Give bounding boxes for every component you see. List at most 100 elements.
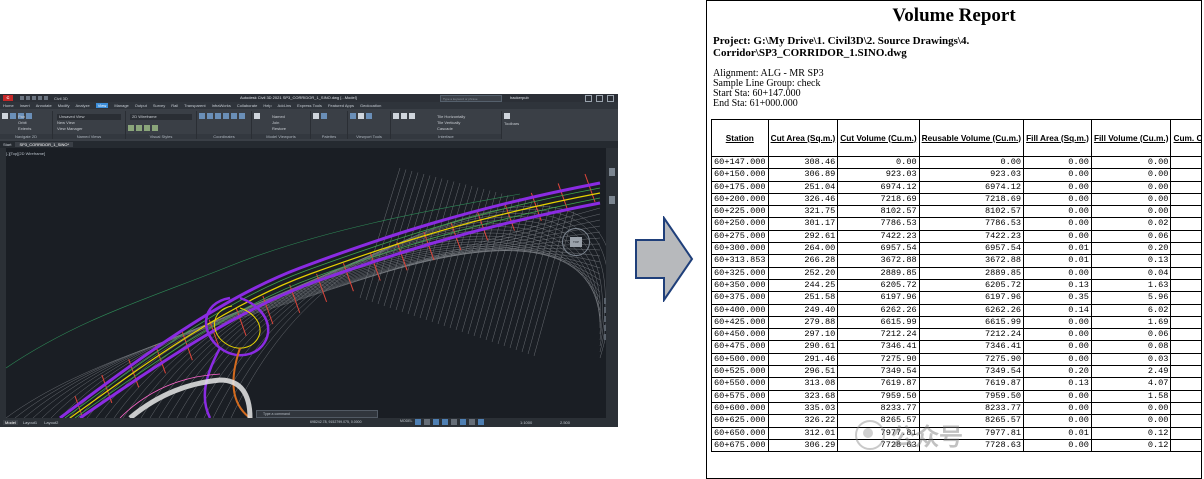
ucs-icon[interactable] [215, 113, 221, 119]
view-manager-button[interactable]: View Manager [57, 126, 121, 132]
transparency-icon[interactable] [478, 419, 485, 425]
view-cube-icon[interactable] [358, 113, 364, 119]
toolbars-button[interactable]: Toolbars [502, 121, 532, 126]
ribbon-tab-survey[interactable]: Survey [153, 103, 165, 108]
style-icon[interactable] [152, 125, 158, 131]
ribbon-group-palettes: Palettes [311, 111, 348, 139]
station-cell: 60+475.000 [711, 340, 769, 354]
layout-tab-model[interactable]: Model [3, 420, 18, 425]
layout-tab-layout1[interactable]: Layout1 [21, 420, 39, 425]
annotation-scale-value[interactable]: 2.500 [560, 420, 570, 425]
close-icon[interactable] [607, 95, 614, 102]
app-logo[interactable]: C [3, 95, 13, 101]
ucs-icon[interactable] [231, 113, 237, 119]
table-row: 60+550.000313.087619.877619.870.134.0711… [711, 377, 1201, 391]
navigation-bar-icon[interactable] [366, 113, 372, 119]
layout-tab-layout2[interactable]: Layout2 [42, 420, 60, 425]
lineweight-icon[interactable] [469, 419, 476, 425]
ribbon-tab-help[interactable]: Help [263, 103, 271, 108]
value-cell: 6197.96 [918, 291, 1025, 305]
viewport-controls[interactable]: [-][Top][2D Wireframe] [6, 151, 45, 156]
ribbon-panel: Pan Orbit Extents Navigate 2D Unsaved Vi… [0, 109, 618, 142]
ribbon-tab-annotate[interactable]: Annotate [36, 103, 52, 108]
workspace-selector[interactable]: Civil 3D [54, 96, 68, 101]
new-icon[interactable] [20, 96, 24, 100]
search-input[interactable]: Type a keyword or phrase [440, 95, 502, 102]
value-cell: 0.00 [1090, 414, 1172, 428]
extents-button[interactable]: Extents [18, 126, 31, 132]
station-cell: 60+313.853 [711, 254, 769, 268]
value-cell: 296.51 [767, 365, 839, 379]
tool-palette-icon[interactable] [609, 168, 615, 176]
file-tabs-icon[interactable] [401, 113, 407, 119]
ribbon-tab-express-tools[interactable]: Express Tools [297, 103, 322, 108]
back-icon[interactable] [2, 113, 8, 119]
value-cell: 321.75 [767, 205, 839, 219]
cascade-button[interactable]: Cascade [437, 126, 465, 132]
value-cell: 7959.50 [837, 389, 920, 403]
tool-palettes-icon[interactable] [313, 113, 319, 119]
ribbon-tab-rail[interactable]: Rail [171, 103, 178, 108]
properties-icon[interactable] [609, 196, 615, 204]
minimize-icon[interactable] [585, 95, 592, 102]
maximize-icon[interactable] [596, 95, 603, 102]
value-cell: 0.12 [1090, 426, 1172, 440]
annotation-scale[interactable]: 1:1000 [520, 420, 532, 425]
ortho-icon[interactable] [433, 419, 440, 425]
ribbon-tab-infraworks[interactable]: InfraWorks [212, 103, 231, 108]
doc-tab[interactable]: SP3_CORRIDOR_1_SINO* [15, 142, 74, 147]
undo-icon[interactable] [38, 96, 42, 100]
view-cube-face[interactable]: TOP [570, 237, 582, 247]
ribbon-tab-home[interactable]: Home [3, 103, 14, 108]
osnap-icon[interactable] [451, 419, 458, 425]
ribbon-tab-analyze[interactable]: Analyze [75, 103, 89, 108]
viewport-config-icon[interactable] [254, 113, 260, 119]
command-line[interactable]: Type a command [256, 410, 378, 418]
pan-icon[interactable] [10, 113, 16, 119]
value-cell: 0.12 [1090, 438, 1172, 453]
ucs-icon[interactable] [223, 113, 229, 119]
restore-button[interactable]: Restore [272, 126, 286, 132]
view-cube[interactable]: TOP [562, 228, 590, 256]
open-icon[interactable] [26, 96, 30, 100]
redo-icon[interactable] [44, 96, 48, 100]
ribbon-tab-modify[interactable]: Modify [58, 103, 70, 108]
layout-tabs-icon[interactable] [409, 113, 415, 119]
ribbon-group-label: Palettes [311, 134, 347, 139]
otrack-icon[interactable] [460, 419, 467, 425]
save-icon[interactable] [32, 96, 36, 100]
table-row: 60+325.000252.202889.852889.850.000.0451… [711, 266, 1201, 280]
ribbon-tab-view[interactable]: View [95, 103, 109, 108]
ucs-icon[interactable] [199, 113, 205, 119]
model-space-toggle[interactable]: MODEL [400, 419, 412, 425]
style-icon[interactable] [128, 125, 134, 131]
ribbon-tab-insert[interactable]: Insert [20, 103, 30, 108]
ucs-icon[interactable] [239, 113, 245, 119]
palette-strip[interactable] [606, 148, 618, 418]
user-account[interactable]: hackerpub [510, 95, 529, 100]
ribbon-tab-collaborate[interactable]: Collaborate [237, 103, 257, 108]
ribbon-tab-manage[interactable]: Manage [114, 103, 128, 108]
value-cell: 0.20 [1023, 365, 1092, 379]
drawing-viewport[interactable]: [-][Top][2D Wireframe] TOP [0, 148, 618, 418]
value-cell: 7218.69 [918, 192, 1025, 207]
ribbon-tab-add-ins[interactable]: Add-ins [278, 103, 292, 108]
existing-road [128, 377, 253, 418]
ribbon-tab-featured-apps[interactable]: Featured Apps [328, 103, 354, 108]
ribbon-tab-geolocation[interactable]: Geolocation [360, 103, 381, 108]
contour-line [32, 225, 601, 418]
ribbon-tab-transparent[interactable]: Transparent [184, 103, 205, 108]
snap-icon[interactable] [424, 419, 431, 425]
visual-style-dropdown[interactable]: 2D Wireframe [130, 114, 192, 120]
polar-icon[interactable] [442, 419, 449, 425]
ribbon-tab-output[interactable]: Output [135, 103, 147, 108]
doc-tab[interactable]: Start [3, 142, 11, 147]
style-icon[interactable] [136, 125, 142, 131]
style-icon[interactable] [144, 125, 150, 131]
grid-icon[interactable] [415, 419, 422, 425]
ucs-icon-toggle[interactable] [350, 113, 356, 119]
ucs-icon[interactable] [207, 113, 213, 119]
switch-windows-icon[interactable] [393, 113, 399, 119]
toolbars-icon[interactable] [504, 113, 510, 119]
properties-icon[interactable] [321, 113, 327, 119]
